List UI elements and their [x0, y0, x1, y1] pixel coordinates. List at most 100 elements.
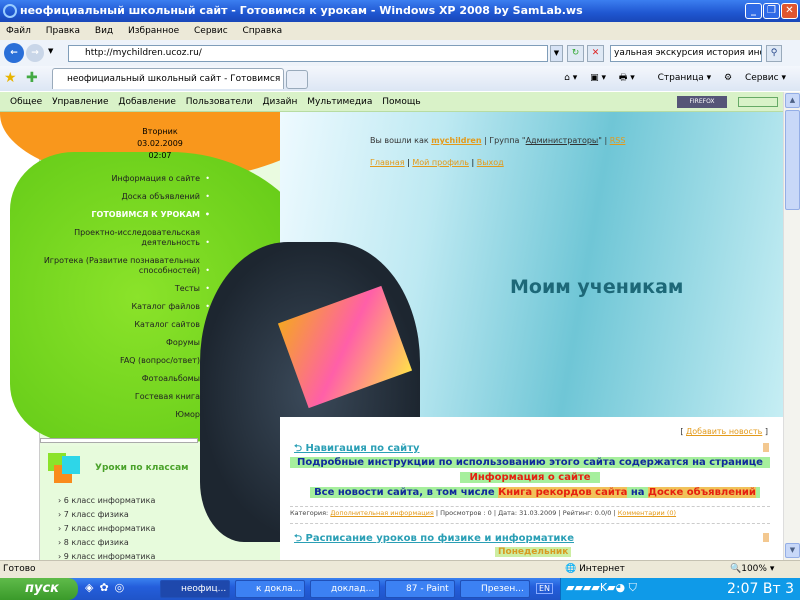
address-input[interactable]: http://mychildren.ucoz.ru/	[68, 45, 548, 62]
back-button[interactable]: ←	[4, 43, 24, 63]
menu-view[interactable]: Вид	[95, 26, 113, 36]
nav-item[interactable]: Доска объявлений	[40, 192, 210, 202]
comments-link[interactable]: Комментарии (0)	[618, 509, 676, 517]
scroll-down-button[interactable]: ▼	[785, 543, 800, 558]
nav-item-active[interactable]: ГОТОВИМСЯ К УРОКАМ	[40, 210, 210, 220]
nav-item[interactable]: Гостевая книга	[40, 392, 210, 402]
expand-icon[interactable]	[763, 443, 769, 452]
class-link[interactable]: › 6 класс информатика	[58, 494, 155, 508]
search-input[interactable]: уальная экскурсия история информ	[610, 45, 762, 62]
clock[interactable]: 2:07 Вт 3	[727, 578, 794, 600]
menu-file[interactable]: Файл	[6, 26, 31, 36]
resize-handle[interactable]	[738, 97, 778, 107]
new-tab-button[interactable]	[286, 70, 308, 89]
home-link[interactable]: Главная	[370, 158, 405, 167]
nav-item[interactable]: FAQ (вопрос/ответ)	[40, 356, 210, 366]
menu-edit[interactable]: Правка	[46, 26, 80, 36]
main-content: [ Добавить новость ] Навигация по сайту …	[280, 417, 783, 560]
title-bar: неофициальный школьный сайт - Готовимся …	[0, 0, 800, 22]
start-button[interactable]: пуск	[0, 578, 78, 600]
group-link[interactable]: Администраторы	[526, 136, 599, 145]
scroll-thumb[interactable]	[785, 110, 800, 210]
vertical-scrollbar[interactable]: ▲ ▼	[783, 92, 800, 560]
nav-item[interactable]: Тесты	[40, 284, 210, 294]
class-link[interactable]: › 7 класс физика	[58, 508, 155, 522]
hero-title: Моим ученикам	[510, 276, 684, 298]
forward-button[interactable]: →	[26, 44, 44, 62]
collapse-handle[interactable]	[40, 438, 198, 443]
board-link[interactable]: Доске объявлений	[648, 487, 756, 498]
menu-help[interactable]: Справка	[243, 26, 283, 36]
admin-manage[interactable]: Управление	[52, 97, 108, 107]
history-dropdown-icon[interactable]: ▼	[48, 47, 53, 55]
class-label: 8 класс физика	[63, 538, 129, 547]
user-link[interactable]: mychildren	[431, 136, 481, 145]
post-title[interactable]: Расписание уроков по физике и информатик…	[294, 531, 575, 548]
home-icon[interactable]: ⌂ ▾	[564, 73, 577, 83]
language-indicator[interactable]: EN	[536, 583, 554, 594]
browser-tab[interactable]: неофициальный школьный сайт - Готовимся …	[52, 68, 284, 89]
nav-item[interactable]: Каталог файлов	[40, 302, 210, 312]
admin-add[interactable]: Добавление	[118, 97, 175, 107]
zoom-control[interactable]: 🔍100% ▾	[730, 561, 774, 578]
nav-item[interactable]: Фотоальбомы	[40, 374, 210, 384]
rss-link[interactable]: RSS	[610, 136, 626, 145]
firefox-badge[interactable]: FIREFOX	[677, 96, 727, 108]
profile-link[interactable]: Мой профиль	[412, 158, 469, 167]
category-link[interactable]: Дополнительная информация	[330, 509, 433, 517]
category-label: Категория:	[290, 509, 329, 517]
address-dropdown-icon[interactable]: ▼	[550, 45, 563, 62]
nav-item[interactable]: Информация о сайте	[40, 174, 210, 184]
nav-item[interactable]: Игротека (Развитие познавательных способ…	[40, 256, 210, 276]
site-nav: Информация о сайте Доска объявлений ГОТО…	[40, 174, 210, 428]
scroll-up-button[interactable]: ▲	[785, 93, 800, 108]
class-link[interactable]: › 9 класс информатика	[58, 550, 155, 560]
quicklaunch-icons[interactable]: ◈✿◎	[85, 581, 130, 594]
info-link[interactable]: Информация о сайте	[460, 472, 600, 483]
expand-icon[interactable]	[763, 533, 769, 542]
page-menu-label: Страница	[657, 73, 704, 83]
refresh-icon[interactable]: ↻	[567, 45, 584, 62]
class-label: 7 класс физика	[63, 510, 129, 519]
admin-multimedia[interactable]: Мультимедиа	[307, 97, 372, 107]
class-label: 6 класс информатика	[63, 496, 156, 505]
class-link[interactable]: › 8 класс физика	[58, 536, 155, 550]
add-favorite-icon[interactable]: ✚	[26, 70, 38, 86]
admin-users[interactable]: Пользователи	[186, 97, 253, 107]
class-link[interactable]: › 7 класс информатика	[58, 522, 155, 536]
print-icon[interactable]: 🖶 ▾	[619, 73, 635, 83]
feeds-icon[interactable]: ▣ ▾	[590, 73, 606, 83]
post-title[interactable]: Навигация по сайту	[294, 441, 420, 458]
nav-item[interactable]: Проектно-исследовательская деятельность	[40, 228, 210, 248]
admin-general[interactable]: Общее	[10, 97, 42, 107]
user-links: Главная | Мой профиль | Выход	[370, 158, 504, 167]
group-suffix: " |	[598, 136, 608, 145]
menu-tools[interactable]: Сервис	[194, 26, 228, 36]
login-info: Вы вошли как mychildren | Группа "Админи…	[370, 136, 625, 145]
menu-favorites[interactable]: Избранное	[128, 26, 179, 36]
tools-menu[interactable]: ⚙ Сервис ▾	[724, 73, 786, 83]
add-news-link[interactable]: Добавить новость	[686, 427, 762, 436]
window-title: неофициальный школьный сайт - Готовимся …	[20, 4, 583, 17]
task-powerpoint[interactable]: Презен...	[460, 580, 530, 598]
nav-item[interactable]: Каталог сайтов	[40, 320, 210, 330]
minimize-button[interactable]: _	[745, 3, 762, 19]
task-paint[interactable]: 87 - Paint	[385, 580, 455, 598]
nav-item[interactable]: Юмор	[40, 410, 210, 420]
search-icon[interactable]: ⚲	[766, 45, 782, 62]
maximize-button[interactable]: ❐	[763, 3, 780, 19]
nav-item[interactable]: Форумы	[40, 338, 210, 348]
task-word[interactable]: доклад...	[310, 580, 380, 598]
records-link[interactable]: Книга рекордов сайта	[498, 487, 628, 498]
stop-icon[interactable]: ✕	[587, 45, 604, 62]
text: на	[630, 487, 645, 498]
task-folder[interactable]: к докла...	[235, 580, 305, 598]
favorites-star-icon[interactable]: ★	[4, 70, 17, 86]
admin-help[interactable]: Помощь	[382, 97, 420, 107]
admin-design[interactable]: Дизайн	[262, 97, 297, 107]
logout-link[interactable]: Выход	[477, 158, 504, 167]
task-ie[interactable]: неофиц...	[160, 580, 230, 598]
close-button[interactable]: ✕	[781, 3, 798, 19]
page-menu[interactable]: Страница ▾	[648, 73, 712, 83]
tray-icons[interactable]: ▰▰▰▰K▰◕ ⛉	[566, 581, 637, 595]
